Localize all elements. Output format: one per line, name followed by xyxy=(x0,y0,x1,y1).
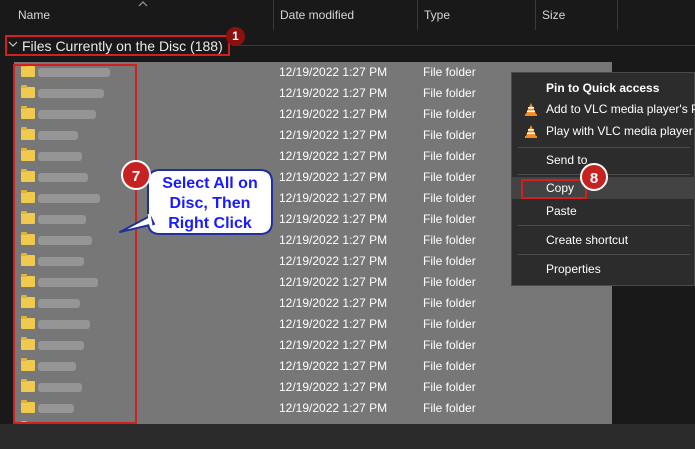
date-modified-cell: 12/19/2022 1:27 PM xyxy=(279,254,388,268)
type-cell: File folder xyxy=(423,359,476,373)
annotation-box-group xyxy=(5,35,230,56)
group-divider xyxy=(232,45,695,46)
type-cell: File folder xyxy=(423,212,476,226)
menu-item-play-with-vlc[interactable]: Play with VLC media player xyxy=(512,120,695,142)
column-header-date[interactable]: Date modified xyxy=(273,0,417,30)
type-cell: File folder xyxy=(423,149,476,163)
column-header-size[interactable]: Size xyxy=(535,0,617,30)
vlc-cone-icon xyxy=(525,103,537,116)
type-cell: File folder xyxy=(423,317,476,331)
menu-item-add-to-vlc-playlist[interactable]: Add to VLC media player's Playlist xyxy=(512,98,695,120)
menu-separator xyxy=(518,147,690,148)
type-cell: File folder xyxy=(423,107,476,121)
type-cell: File folder xyxy=(423,275,476,289)
type-cell: File folder xyxy=(423,338,476,352)
date-modified-cell: 12/19/2022 1:27 PM xyxy=(279,233,388,247)
date-modified-cell: 12/19/2022 1:27 PM xyxy=(279,380,388,394)
type-cell: File folder xyxy=(423,65,476,79)
type-cell: File folder xyxy=(423,170,476,184)
annotation-badge-1: 1 xyxy=(226,27,245,46)
type-cell: File folder xyxy=(423,296,476,310)
menu-item-create-shortcut[interactable]: Create shortcut xyxy=(512,229,695,251)
annotation-box-copy xyxy=(521,179,587,199)
column-header-bar: Name Date modified Type Size xyxy=(0,0,695,30)
date-modified-cell: 12/19/2022 1:27 PM xyxy=(279,212,388,226)
menu-separator xyxy=(518,225,690,226)
date-modified-cell: 12/19/2022 1:27 PM xyxy=(279,191,388,205)
date-modified-cell: 12/19/2022 1:27 PM xyxy=(279,86,388,100)
date-modified-cell: 12/19/2022 1:27 PM xyxy=(279,317,388,331)
type-cell: File folder xyxy=(423,401,476,415)
type-cell: File folder xyxy=(423,254,476,268)
type-cell: File folder xyxy=(423,128,476,142)
menu-item-paste[interactable]: Paste xyxy=(512,200,695,222)
menu-item-pin-to-quick-access[interactable]: Pin to Quick access xyxy=(512,77,695,99)
date-modified-cell: 12/19/2022 1:27 PM xyxy=(279,107,388,121)
type-cell: File folder xyxy=(423,86,476,100)
vlc-cone-icon xyxy=(525,125,537,138)
sort-up-caret-icon xyxy=(138,1,148,7)
column-header-type[interactable]: Type xyxy=(417,0,535,30)
menu-item-properties[interactable]: Properties xyxy=(512,258,695,280)
annotation-badge-8: 8 xyxy=(580,163,608,191)
date-modified-cell: 12/19/2022 1:27 PM xyxy=(279,149,388,163)
menu-separator xyxy=(518,254,690,255)
date-modified-cell: 12/19/2022 1:27 PM xyxy=(279,401,388,415)
annotation-box-names xyxy=(13,64,137,424)
column-separator[interactable] xyxy=(617,0,618,30)
date-modified-cell: 12/19/2022 1:27 PM xyxy=(279,359,388,373)
date-modified-cell: 12/19/2022 1:27 PM xyxy=(279,128,388,142)
date-modified-cell: 12/19/2022 1:27 PM xyxy=(279,65,388,79)
status-bar xyxy=(0,424,695,449)
type-cell: File folder xyxy=(423,380,476,394)
date-modified-cell: 12/19/2022 1:27 PM xyxy=(279,275,388,289)
type-cell: File folder xyxy=(423,191,476,205)
annotation-badge-7: 7 xyxy=(121,160,151,190)
date-modified-cell: 12/19/2022 1:27 PM xyxy=(279,338,388,352)
date-modified-cell: 12/19/2022 1:27 PM xyxy=(279,170,388,184)
type-cell: File folder xyxy=(423,233,476,247)
date-modified-cell: 12/19/2022 1:27 PM xyxy=(279,296,388,310)
